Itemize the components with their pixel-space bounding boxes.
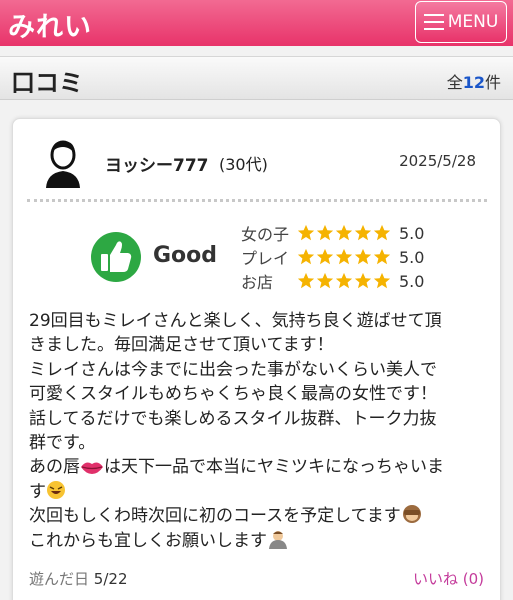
star-rating: [297, 224, 391, 242]
review-line: 話してるだけでも楽しめるスタイル抜群、トーク力抜: [29, 408, 437, 429]
section-header: 口コミ 全12件: [0, 56, 513, 100]
app-header: みれい MENU: [0, 0, 513, 46]
hamburger-icon: [423, 14, 444, 30]
review-line: 次回もしくわ時次回に初のコースを予定してます: [29, 504, 489, 528]
review-line: きました。毎回満足させて頂いてます！: [29, 335, 334, 356]
review-line: ミレイさんは今までに出会った事がないくらい美人で: [29, 359, 437, 380]
rating-value: 5.0: [399, 247, 425, 267]
star-icon: [335, 272, 353, 289]
verdict-label: Good: [153, 243, 218, 268]
star-icon: [335, 248, 353, 265]
divider: [27, 199, 487, 202]
rating-row: 女の子 5.0: [241, 221, 424, 245]
like-button[interactable]: いいね (0): [413, 568, 484, 589]
rating-row: お店 5.0: [241, 269, 424, 293]
thumbs-up-icon: [91, 232, 141, 282]
review-line: 可愛くスタイルもめちゃくちゃ良く最高の女性です！: [29, 384, 437, 405]
rating-value: 5.0: [399, 223, 425, 243]
page-title: 口コミ: [11, 69, 83, 97]
star-icon: [373, 272, 391, 289]
star-icon: [373, 248, 391, 265]
rating-label: お店: [241, 273, 274, 292]
star-icon: [297, 272, 315, 289]
rating-label: 女の子: [241, 225, 290, 244]
rating-label: プレイ: [241, 249, 290, 268]
star-icon: [297, 248, 315, 265]
review-line: す: [29, 480, 489, 504]
menu-button[interactable]: MENU: [415, 1, 507, 43]
rating-row: プレイ 5.0: [241, 245, 424, 269]
laughing-emoji-icon: [47, 480, 65, 499]
rating-list: 女の子 5.0 プレイ 5.0 お店 5.0: [241, 221, 424, 293]
bowing-person-emoji-icon: [269, 530, 287, 549]
rating-value: 5.0: [399, 271, 425, 291]
star-rating: [297, 272, 391, 290]
review-line: あの唇 は天下一品で本当にヤミツキになっちゃいま: [29, 457, 444, 478]
star-icon: [354, 272, 372, 289]
brand-logo[interactable]: みれい: [8, 5, 92, 44]
star-icon: [297, 224, 315, 241]
review-card: ヨッシー777 (30代) 2025/5/28 Good 女の子 5.0 プレイ…: [12, 118, 501, 600]
lips-emoji-icon: [81, 462, 103, 475]
review-line: 群です。: [29, 433, 96, 454]
star-icon: [354, 224, 372, 241]
star-rating: [297, 248, 391, 266]
star-icon: [316, 248, 334, 265]
star-icon: [354, 248, 372, 265]
review-date: 2025/5/28: [399, 152, 476, 170]
review-body: 29回目もミレイさんと楽しく、気持ち良く遊ばせて頂 きました。毎回満足させて頂い…: [29, 309, 489, 553]
review-count: 全12件: [446, 73, 501, 92]
review-line: これからも宜しくお願いします: [29, 529, 489, 553]
review-line: 29回目もミレイさんと楽しく、気持ち良く遊ばせて頂: [29, 311, 442, 331]
played-date: 遊んだ日 5/22: [29, 570, 128, 588]
reviewer-age: (30代): [219, 155, 268, 174]
reviewer-name: ヨッシー777: [105, 156, 209, 176]
star-icon: [316, 224, 334, 241]
menu-label: MENU: [447, 12, 499, 32]
star-icon: [335, 224, 353, 241]
star-icon: [316, 272, 334, 289]
star-icon: [373, 224, 391, 241]
user-avatar-icon: [46, 140, 80, 188]
monkey-emoji-icon: [402, 505, 421, 524]
